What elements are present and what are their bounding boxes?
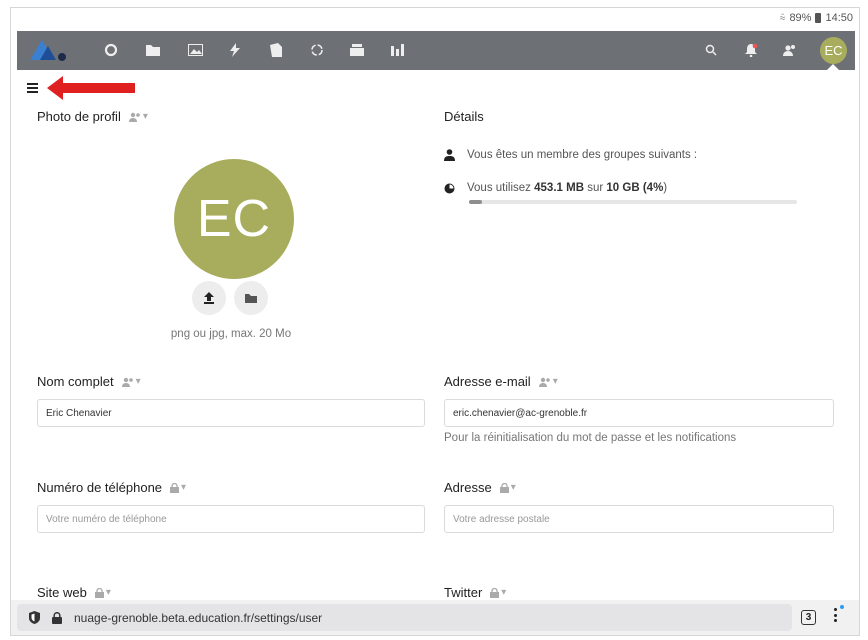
signal-icon: ⩯: [779, 12, 786, 24]
contacts-scope-icon: [538, 377, 550, 387]
more-menu-icon[interactable]: [834, 608, 838, 625]
email-scope-dropdown[interactable]: ▾: [538, 376, 558, 387]
quota-progress-fill: [469, 200, 483, 204]
chevron-down-icon: ▾: [501, 587, 507, 598]
notifications-icon[interactable]: [741, 40, 761, 60]
tab-count-button[interactable]: 3: [801, 610, 816, 625]
user-icon: [444, 149, 455, 161]
email-input[interactable]: [444, 399, 834, 427]
twitter-title: Twitter ▾: [444, 585, 506, 600]
quota-line: Vous utilisez 453.1 MB sur 10 GB (4%): [444, 182, 667, 194]
chevron-down-icon: ▾: [552, 376, 558, 387]
website-scope-dropdown[interactable]: ▾: [94, 587, 111, 598]
upload-icon: [204, 292, 214, 304]
app-window: ⩯ 89% 14:50 EC Photo de profil ▾ EC png …: [10, 7, 860, 636]
photo-hint: png ou jpg, max. 20 Mo: [170, 328, 292, 340]
contacts-icon[interactable]: [780, 40, 800, 60]
groups-line: Vous êtes un membre des groupes suivants…: [444, 149, 697, 161]
battery-level: 89%: [789, 12, 812, 24]
quota-text: Vous utilisez 453.1 MB sur 10 GB (4%): [467, 182, 668, 194]
lock-icon: [490, 587, 500, 598]
status-indicators: ⩯ 89% 14:50: [780, 12, 853, 24]
email-help-text: Pour la réinitialisation du mot de passe…: [444, 432, 737, 444]
dashboard-icon[interactable]: [101, 40, 121, 60]
search-icon[interactable]: [701, 40, 721, 60]
app-header: EC: [17, 31, 855, 71]
upload-button[interactable]: [192, 281, 226, 315]
deck-icon[interactable]: [347, 40, 367, 60]
circles-icon[interactable]: [307, 40, 327, 60]
groups-text: Vous êtes un membre des groupes suivants…: [467, 149, 698, 161]
profile-avatar: EC: [174, 159, 294, 279]
quota-used: 453.1 MB: [534, 182, 584, 194]
files-icon[interactable]: [143, 40, 163, 60]
address-label: Adresse: [444, 480, 492, 495]
phone-input[interactable]: [37, 505, 425, 533]
shield-icon: [29, 611, 40, 624]
menu-caret: [826, 64, 840, 71]
lock-icon: [170, 482, 180, 493]
battery-icon: [815, 13, 822, 23]
quota-pie-icon: [444, 183, 455, 193]
stats-icon[interactable]: [388, 40, 408, 60]
lock-icon: [499, 482, 509, 493]
scope-dropdown[interactable]: ▾: [128, 111, 148, 122]
folder-icon: [245, 294, 257, 303]
profile-photo-label: Photo de profil: [37, 109, 121, 124]
choose-from-files-button[interactable]: [234, 281, 268, 315]
fullname-input[interactable]: [37, 399, 425, 427]
user-avatar[interactable]: EC: [820, 37, 847, 64]
address-scope-dropdown[interactable]: ▾: [499, 482, 516, 493]
profile-photo-title: Photo de profil ▾: [37, 109, 148, 124]
menu-icon[interactable]: [27, 83, 38, 95]
chevron-down-icon: ▾: [135, 376, 141, 387]
twitter-scope-dropdown[interactable]: ▾: [490, 587, 506, 598]
clock: 14:50: [825, 12, 853, 24]
address-title: Adresse ▾: [444, 480, 516, 495]
quota-percent: (4%: [642, 182, 664, 194]
url-bar[interactable]: nuage-grenoble.beta.education.fr/setting…: [17, 604, 792, 631]
activity-icon[interactable]: [225, 40, 245, 60]
details-title: Détails: [444, 109, 484, 124]
photos-icon[interactable]: [185, 40, 205, 60]
update-dot-icon: [840, 605, 844, 609]
twitter-label: Twitter: [444, 585, 483, 600]
website-label: Site web: [37, 585, 87, 600]
website-title: Site web ▾: [37, 585, 111, 600]
chevron-down-icon: ▾: [105, 587, 111, 598]
logo-icon[interactable]: [30, 38, 70, 67]
lock-icon: [94, 587, 104, 598]
browser-toolbar: nuage-grenoble.beta.education.fr/setting…: [11, 600, 859, 635]
chevron-down-icon: ▾: [510, 482, 516, 493]
red-arrow-annotation: [47, 76, 135, 105]
contacts-scope-icon: [121, 377, 133, 387]
phone-scope-dropdown[interactable]: ▾: [170, 482, 186, 493]
email-title: Adresse e-mail ▾: [444, 374, 558, 389]
fullname-label: Nom complet: [37, 374, 114, 389]
chevron-down-icon: ▾: [142, 111, 148, 122]
phone-label: Numéro de téléphone: [37, 480, 163, 495]
fullname-scope-dropdown[interactable]: ▾: [121, 376, 141, 387]
chevron-down-icon: ▾: [181, 482, 187, 493]
quota-total: 10 GB: [606, 182, 640, 194]
fullname-title: Nom complet ▾: [37, 374, 141, 389]
contacts-scope-icon: [128, 112, 140, 122]
url-text: nuage-grenoble.beta.education.fr/setting…: [74, 610, 323, 625]
status-bar: ⩯ 89% 14:50: [11, 8, 859, 29]
lock-icon: [52, 611, 62, 624]
notes-icon[interactable]: [266, 40, 286, 60]
email-label: Adresse e-mail: [444, 374, 531, 389]
quota-progress-bar: [469, 200, 797, 204]
phone-title: Numéro de téléphone ▾: [37, 480, 186, 495]
address-input[interactable]: [444, 505, 834, 533]
